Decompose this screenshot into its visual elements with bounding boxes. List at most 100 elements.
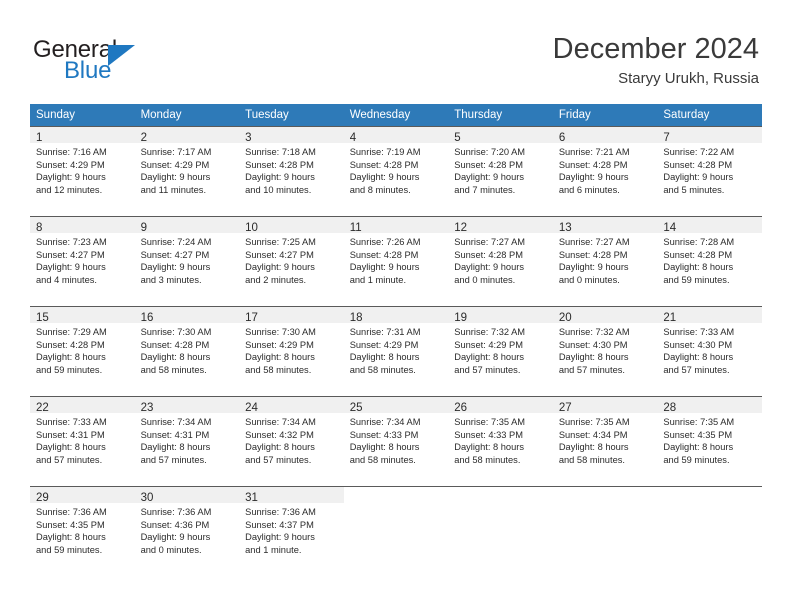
daylight-text-line1: Daylight: 8 hours bbox=[454, 442, 525, 453]
calendar-day-11[interactable]: 11 Sunrise: 7:26 AM Sunset: 4:28 PM Dayligh… bbox=[343, 216, 449, 306]
calendar-day-5[interactable]: 5 Sunrise: 7:20 AM Sunset: 4:28 PM Daylight… bbox=[448, 126, 553, 216]
day-number: 9 bbox=[140, 222, 147, 234]
sunrise-text: Sunrise: 7:29 AM bbox=[36, 327, 107, 337]
sunset-text: Sunset: 4:33 PM bbox=[349, 429, 419, 440]
sunrise-text: Sunrise: 7:35 AM bbox=[663, 417, 735, 427]
daylight-text-line2: and 0 minutes. bbox=[454, 274, 516, 285]
day-details: Sunrise: 7:34 AM Sunset: 4:33 PM Daylight:… bbox=[344, 413, 449, 466]
daylight-text-line1: Daylight: 9 hours bbox=[245, 172, 315, 183]
calendar-day-1[interactable]: 1 Sunrise: 7:16 AM Sunset: 4:29 PM Daylight… bbox=[30, 126, 135, 216]
sunset-text: Sunset: 4:27 PM bbox=[140, 249, 210, 260]
calendar-cell: 23 Sunrise: 7:34 AM Sunset: 4:31 PM Dayligh… bbox=[134, 396, 240, 486]
sunrise-text: Sunrise: 7:24 AM bbox=[140, 237, 212, 247]
sunrise-text: Sunrise: 7:36 AM bbox=[245, 507, 316, 517]
daylight-text-line2: and 4 minutes. bbox=[36, 274, 97, 285]
calendar-day-25[interactable]: 25 Sunrise: 7:34 AM Sunset: 4:33 PM Dayligh… bbox=[343, 396, 449, 486]
general-blue-logo[interactable]: General Blue bbox=[33, 36, 203, 90]
day-number: 22 bbox=[36, 402, 49, 414]
calendar-day-2[interactable]: 2 Sunrise: 7:17 AM Sunset: 4:29 PM Daylight… bbox=[134, 126, 240, 216]
day-number: 25 bbox=[349, 402, 363, 414]
calendar-day-8[interactable]: 8 Sunrise: 7:23 AM Sunset: 4:27 PM Daylight… bbox=[30, 216, 135, 306]
day-number: 28 bbox=[663, 402, 677, 414]
daylight-text-line2: and 59 minutes. bbox=[36, 364, 103, 375]
day-number-bar: 15 bbox=[30, 307, 135, 324]
calendar-day-9[interactable]: 9 Sunrise: 7:24 AM Sunset: 4:27 PM Daylight… bbox=[134, 216, 240, 306]
day-details: Sunrise: 7:30 AM Sunset: 4:29 PM Daylight:… bbox=[239, 323, 344, 376]
day-number: 18 bbox=[349, 312, 363, 324]
sunrise-text: Sunrise: 7:35 AM bbox=[454, 417, 526, 427]
day-number: 13 bbox=[558, 222, 572, 234]
calendar-day-7[interactable]: 7 Sunrise: 7:22 AM Sunset: 4:28 PM Daylight… bbox=[657, 126, 762, 216]
location-subtitle: Staryy Urukh, Russia bbox=[618, 70, 759, 87]
calendar-day-empty bbox=[448, 486, 553, 576]
calendar-cell: 5 Sunrise: 7:20 AM Sunset: 4:28 PM Daylight… bbox=[448, 126, 553, 216]
calendar-cell: 24 Sunrise: 7:34 AM Sunset: 4:32 PM Dayligh… bbox=[239, 396, 344, 486]
day-number: 3 bbox=[245, 132, 252, 144]
calendar-day-18[interactable]: 18 Sunrise: 7:31 AM Sunset: 4:29 PM Dayligh… bbox=[343, 306, 449, 396]
daylight-text-line2: and 59 minutes. bbox=[663, 274, 730, 285]
sunset-text: Sunset: 4:34 PM bbox=[558, 429, 628, 440]
calendar-day-22[interactable]: 22 Sunrise: 7:33 AM Sunset: 4:31 PM Dayligh… bbox=[30, 396, 135, 486]
weekday-header-saturday: Saturday bbox=[657, 104, 762, 126]
weekday-header-row: Sunday Monday Tuesday Wednesday Thursday… bbox=[30, 104, 762, 126]
calendar-cell: 4 Sunrise: 7:19 AM Sunset: 4:28 PM Daylight… bbox=[343, 126, 449, 216]
calendar-cell: 15 Sunrise: 7:29 AM Sunset: 4:28 PM Dayligh… bbox=[30, 306, 135, 396]
day-details: Sunrise: 7:35 AM Sunset: 4:35 PM Daylight:… bbox=[657, 413, 762, 466]
calendar-cell: 22 Sunrise: 7:33 AM Sunset: 4:31 PM Dayligh… bbox=[30, 396, 135, 486]
daylight-text-line2: and 57 minutes. bbox=[36, 454, 103, 465]
calendar-day-21[interactable]: 21 Sunrise: 7:33 AM Sunset: 4:30 PM Dayligh… bbox=[657, 306, 762, 396]
sunset-text: Sunset: 4:29 PM bbox=[454, 339, 523, 350]
calendar-cell: 18 Sunrise: 7:31 AM Sunset: 4:29 PM Dayligh… bbox=[343, 306, 449, 396]
calendar-day-23[interactable]: 23 Sunrise: 7:34 AM Sunset: 4:31 PM Dayligh… bbox=[134, 396, 240, 486]
day-details: Sunrise: 7:26 AM Sunset: 4:28 PM Daylight:… bbox=[344, 233, 449, 286]
calendar-day-15[interactable]: 15 Sunrise: 7:29 AM Sunset: 4:28 PM Dayligh… bbox=[30, 306, 135, 396]
daylight-text-line1: Daylight: 9 hours bbox=[140, 262, 211, 273]
day-number-bar: 27 bbox=[552, 397, 658, 414]
daylight-text-line2: and 3 minutes. bbox=[140, 274, 202, 285]
calendar-day-29[interactable]: 29 Sunrise: 7:36 AM Sunset: 4:35 PM Dayligh… bbox=[30, 486, 135, 576]
sunrise-text: Sunrise: 7:28 AM bbox=[663, 237, 735, 247]
calendar-day-17[interactable]: 17 Sunrise: 7:30 AM Sunset: 4:29 PM Dayligh… bbox=[239, 306, 344, 396]
calendar-day-26[interactable]: 26 Sunrise: 7:35 AM Sunset: 4:33 PM Dayligh… bbox=[448, 396, 553, 486]
day-number-bar: 21 bbox=[657, 307, 762, 324]
calendar-day-10[interactable]: 10 Sunrise: 7:25 AM Sunset: 4:27 PM Dayligh… bbox=[239, 216, 344, 306]
day-number-bar: 13 bbox=[552, 217, 658, 234]
calendar-day-6[interactable]: 6 Sunrise: 7:21 AM Sunset: 4:28 PM Daylight… bbox=[552, 126, 658, 216]
sunrise-text: Sunrise: 7:32 AM bbox=[558, 327, 630, 337]
calendar-day-24[interactable]: 24 Sunrise: 7:34 AM Sunset: 4:32 PM Dayligh… bbox=[239, 396, 344, 486]
calendar-day-13[interactable]: 13 Sunrise: 7:27 AM Sunset: 4:28 PM Dayligh… bbox=[552, 216, 658, 306]
calendar-day-19[interactable]: 19 Sunrise: 7:32 AM Sunset: 4:29 PM Dayligh… bbox=[448, 306, 553, 396]
calendar-cell: 21 Sunrise: 7:33 AM Sunset: 4:30 PM Dayligh… bbox=[657, 306, 762, 396]
calendar-cell: 8 Sunrise: 7:23 AM Sunset: 4:27 PM Daylight… bbox=[30, 216, 135, 306]
sunset-text: Sunset: 4:28 PM bbox=[454, 159, 523, 170]
calendar-cell: 20 Sunrise: 7:32 AM Sunset: 4:30 PM Dayligh… bbox=[552, 306, 658, 396]
calendar-day-28[interactable]: 28 Sunrise: 7:35 AM Sunset: 4:35 PM Dayligh… bbox=[657, 396, 762, 486]
calendar-day-3[interactable]: 3 Sunrise: 7:18 AM Sunset: 4:28 PM Daylight… bbox=[239, 126, 344, 216]
calendar-day-4[interactable]: 4 Sunrise: 7:19 AM Sunset: 4:28 PM Daylight… bbox=[343, 126, 449, 216]
day-details: Sunrise: 7:36 AM Sunset: 4:36 PM Daylight:… bbox=[135, 503, 240, 556]
daylight-text-line1: Daylight: 9 hours bbox=[558, 262, 629, 273]
daylight-text-line2: and 57 minutes. bbox=[663, 364, 730, 375]
weekday-header-sunday: Sunday bbox=[30, 104, 135, 126]
daylight-text-line2: and 5 minutes. bbox=[663, 184, 725, 195]
calendar-day-30[interactable]: 30 Sunrise: 7:36 AM Sunset: 4:36 PM Dayligh… bbox=[134, 486, 240, 576]
day-details: Sunrise: 7:35 AM Sunset: 4:34 PM Daylight:… bbox=[553, 413, 658, 466]
calendar-day-16[interactable]: 16 Sunrise: 7:30 AM Sunset: 4:28 PM Dayligh… bbox=[134, 306, 240, 396]
calendar-day-31[interactable]: 31 Sunrise: 7:36 AM Sunset: 4:37 PM Dayligh… bbox=[239, 486, 344, 576]
day-details: Sunrise: 7:19 AM Sunset: 4:28 PM Daylight:… bbox=[344, 143, 449, 196]
calendar-day-20[interactable]: 20 Sunrise: 7:32 AM Sunset: 4:30 PM Dayligh… bbox=[552, 306, 658, 396]
sunset-text: Sunset: 4:30 PM bbox=[558, 339, 628, 350]
calendar-day-12[interactable]: 12 Sunrise: 7:27 AM Sunset: 4:28 PM Dayligh… bbox=[448, 216, 553, 306]
day-number-bar: 17 bbox=[239, 307, 344, 324]
title-block: December 2024 Staryy Urukh, Russia bbox=[553, 32, 759, 90]
daylight-text-line2: and 59 minutes. bbox=[36, 544, 103, 555]
weekday-header-thursday: Thursday bbox=[448, 104, 553, 126]
day-number-bar: 20 bbox=[552, 307, 658, 324]
calendar-cell: 6 Sunrise: 7:21 AM Sunset: 4:28 PM Daylight… bbox=[552, 126, 658, 216]
calendar-day-27[interactable]: 27 Sunrise: 7:35 AM Sunset: 4:34 PM Dayligh… bbox=[552, 396, 658, 486]
daylight-text-line1: Daylight: 8 hours bbox=[245, 352, 315, 363]
calendar-day-14[interactable]: 14 Sunrise: 7:28 AM Sunset: 4:28 PM Dayligh… bbox=[657, 216, 762, 306]
sunrise-text: Sunrise: 7:32 AM bbox=[454, 327, 526, 337]
day-number-bar: 22 bbox=[30, 397, 135, 414]
sunset-text: Sunset: 4:27 PM bbox=[245, 249, 314, 260]
